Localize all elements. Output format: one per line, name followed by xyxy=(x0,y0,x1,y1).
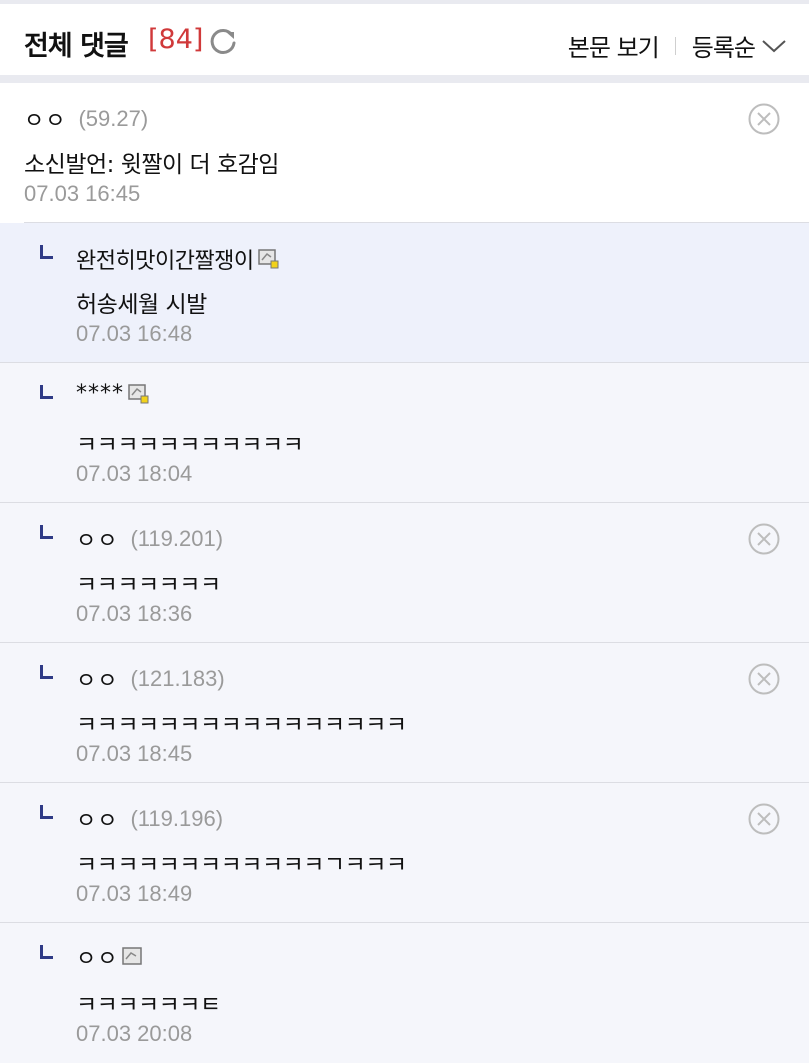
comment-date: 07.03 16:48 xyxy=(76,321,193,346)
comment-text: 허송세월 시발 xyxy=(76,292,207,318)
comment-author: ㅇㅇ xyxy=(76,669,119,694)
refresh-icon[interactable] xyxy=(208,26,238,56)
delete-comment-icon[interactable] xyxy=(747,102,781,136)
member-badge-icon xyxy=(257,249,279,269)
comment-text: ㅋㅋㅋㅋㅋㅋㅋㅋㅋㅋㅋㅋㄱㅋㅋㅋ xyxy=(76,852,407,878)
comment-text: ㅋㅋㅋㅋㅋㅋㅌ xyxy=(76,992,221,1018)
reply-item: ㅇㅇ (121.183) ㅋㅋㅋㅋㅋㅋㅋㅋㅋㅋㅋㅋㅋㅋㅋㅋ 07.03 18:4… xyxy=(0,643,809,783)
comment-text: ㅋㅋㅋㅋㅋㅋㅋㅋㅋㅋㅋㅋㅋㅋㅋㅋ xyxy=(76,712,407,738)
comment-author-line: ㅇㅇ (119.196) xyxy=(76,803,223,835)
chevron-down-icon[interactable] xyxy=(761,36,787,56)
comment-author: ㅇㅇ xyxy=(76,809,119,834)
comment-text: ㅋㅋㅋㅋㅋㅋㅋ xyxy=(76,572,221,598)
comments-header: 전체 댓글 [84] 본문 보기 등록순 xyxy=(0,0,809,83)
reply-marker-icon xyxy=(40,245,53,259)
comment-author-line: ㅇㅇ (121.183) xyxy=(76,663,225,695)
comment-ip: (119.201) xyxy=(130,526,224,551)
member-badge-icon xyxy=(128,383,149,403)
comment-author-line: ㅇㅇ (59.27) xyxy=(24,103,148,135)
comment-author: 완전히맛이간짤쟁이 xyxy=(76,249,254,274)
comment-author-line: ㅇㅇ (119.201) xyxy=(76,523,223,555)
comment-ip: (121.183) xyxy=(130,666,225,691)
comment-date: 07.03 18:04 xyxy=(76,461,193,486)
header-controls: 본문 보기 등록순 xyxy=(568,28,787,63)
comment-author: ㅇㅇ xyxy=(76,947,119,972)
reply-item: ㅇㅇ ㅋㅋㅋㅋㅋㅋㅌ 07.03 20:08 xyxy=(0,923,809,1063)
comment-date: 07.03 18:49 xyxy=(76,881,193,906)
delete-comment-icon[interactable] xyxy=(747,522,781,556)
reply-item: ㅇㅇ (119.196) ㅋㅋㅋㅋㅋㅋㅋㅋㅋㅋㅋㅋㄱㅋㅋㅋ 07.03 18:4… xyxy=(0,783,809,923)
comment-date: 07.03 16:45 xyxy=(24,181,141,206)
comment-author: **** xyxy=(76,381,124,406)
delete-comment-icon[interactable] xyxy=(747,802,781,836)
reply-item: **** ㅋㅋㅋㅋㅋㅋㅋㅋㅋㅋㅋ 07.03 18:04 xyxy=(0,363,809,503)
member-badge-icon xyxy=(122,947,143,965)
comment-date: 07.03 18:36 xyxy=(76,601,193,626)
comment-author: ㅇㅇ xyxy=(24,109,67,134)
comments-title: 전체 댓글 xyxy=(24,31,129,62)
comment-date: 07.03 20:08 xyxy=(76,1021,193,1046)
comment-date: 07.03 18:45 xyxy=(76,741,193,766)
reply-marker-icon xyxy=(40,945,53,959)
sort-dropdown[interactable]: 등록순 xyxy=(692,28,756,63)
reply-item: 완전히맛이간짤쟁이 허송세월 시발 07.03 16:48 xyxy=(0,223,809,363)
comment-count: [84] xyxy=(148,24,204,55)
comment-ip: (59.27) xyxy=(78,106,149,131)
comment-text: 소신발언: 윗짤이 더 호감임 xyxy=(24,152,279,178)
comment-author-line: 완전히맛이간짤쟁이 xyxy=(76,243,280,275)
view-body-button[interactable]: 본문 보기 xyxy=(568,28,660,63)
comment-author-line: ㅇㅇ xyxy=(76,941,144,973)
comment-ip: (119.196) xyxy=(130,806,224,831)
reply-marker-icon xyxy=(40,385,53,399)
reply-item: ㅇㅇ (119.201) ㅋㅋㅋㅋㅋㅋㅋ 07.03 18:36 xyxy=(0,503,809,643)
comment-text: ㅋㅋㅋㅋㅋㅋㅋㅋㅋㅋㅋ xyxy=(76,432,304,458)
header-divider xyxy=(674,36,676,55)
delete-comment-icon[interactable] xyxy=(747,662,781,696)
comment-author-line: **** xyxy=(76,381,150,406)
reply-marker-icon xyxy=(40,525,53,539)
reply-marker-icon xyxy=(40,665,53,679)
comment-item: ㅇㅇ (59.27) 소신발언: 윗짤이 더 호감임 07.03 16:45 xyxy=(0,83,809,223)
comment-author: ㅇㅇ xyxy=(76,529,119,554)
reply-marker-icon xyxy=(40,805,53,819)
